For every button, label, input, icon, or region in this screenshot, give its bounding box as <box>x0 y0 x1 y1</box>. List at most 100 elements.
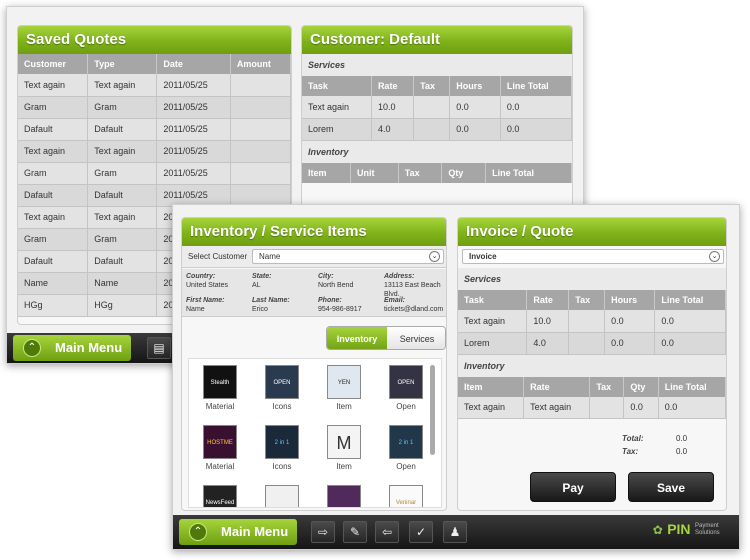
column-header: Amount <box>230 54 291 74</box>
tab-inventory[interactable]: Inventory <box>327 327 387 349</box>
table-header: Customer Type Date Amount <box>18 54 291 74</box>
table-cell <box>568 310 606 333</box>
tax-label: Tax: <box>622 447 639 456</box>
table-cell: Dafault <box>18 184 89 207</box>
export-doc-icon[interactable]: ⇨ <box>311 521 335 543</box>
table-row[interactable]: GramGram2011/05/25 <box>18 162 291 185</box>
customer-info-field: City: North Bend <box>318 272 382 290</box>
table-cell <box>230 162 291 185</box>
table-cell: 2011/05/25 <box>156 118 231 141</box>
pay-button[interactable]: Pay <box>530 472 616 502</box>
info-label: City: <box>318 273 334 280</box>
item-label: Open <box>396 402 416 411</box>
table-cell <box>230 74 291 97</box>
info-label: Address: <box>384 273 415 280</box>
item-thumbnail: OPEN <box>389 365 423 399</box>
column-header: Rate <box>371 76 415 96</box>
table-cell: Dafault <box>18 118 89 141</box>
table-cell: Text again <box>87 140 158 163</box>
column-header: Hours <box>604 290 656 310</box>
tab-services[interactable]: Services <box>387 327 445 349</box>
inventory-item-tile[interactable] <box>313 485 375 507</box>
leaf-icon: ✿ <box>652 523 663 537</box>
inventory-item-tile[interactable]: Veninar <box>375 485 437 507</box>
customer-info-field: Email: tickets@dland.com <box>384 296 446 314</box>
invoice-type-select[interactable]: Invoice ⌄ <box>462 249 724 264</box>
scrollbar[interactable] <box>430 365 435 455</box>
inventory-item-tile[interactable]: YEN Item <box>313 365 375 411</box>
info-label: Phone: <box>318 297 342 304</box>
inventory-item-tile[interactable]: OPEN Open <box>375 365 437 411</box>
table-cell: 0.0 <box>500 96 572 119</box>
inventory-item-tile[interactable]: 2 in 1 Open <box>375 425 437 471</box>
import-doc-icon[interactable]: ⇦ <box>375 521 399 543</box>
invoice-inventory-table: Item Rate Tax Qty Line Total Text again Text … <box>458 376 726 419</box>
invoice-title: Invoice / Quote <box>458 218 726 246</box>
table-cell: Gram <box>18 96 89 119</box>
table-cell: 0.0 <box>654 332 726 355</box>
inventory-item-tile[interactable]: 2 in 1 Icons <box>251 425 313 471</box>
table-row[interactable]: GramGram2011/05/25 <box>18 96 291 119</box>
main-menu-button[interactable]: ⌃ Main Menu <box>179 519 297 545</box>
table-cell: Dafault <box>87 184 158 207</box>
column-header: Item <box>458 376 525 397</box>
column-header: Line Total <box>658 376 726 397</box>
table-row[interactable]: Text again 10.0 0.0 0.0 <box>302 96 572 119</box>
approve-doc-icon[interactable]: ✓ <box>409 521 433 543</box>
table-cell <box>589 396 625 419</box>
item-label: Icons <box>272 402 292 411</box>
inventory-title: Inventory / Service Items <box>182 218 446 246</box>
edit-doc-icon[interactable]: ✎ <box>343 521 367 543</box>
info-label: Last Name: <box>252 297 290 304</box>
info-value: AL <box>252 282 261 289</box>
table-cell: Text again <box>523 396 591 419</box>
table-cell: 4.0 <box>526 332 570 355</box>
table-row[interactable]: Text again Text again 0.0 0.0 <box>458 396 726 419</box>
item-grid: Stealth Material OPEN Icons YEN Item OPEN Open H… <box>188 358 442 508</box>
table-row[interactable]: Text againText again2011/05/25 <box>18 74 291 97</box>
item-thumbnail <box>327 485 361 507</box>
inventory-item-tile[interactable] <box>251 485 313 507</box>
item-thumbnail: NewsFeed <box>203 485 237 507</box>
column-header: Customer <box>18 54 89 74</box>
column-header: Line Total <box>654 290 726 310</box>
chevron-up-icon: ⌃ <box>189 523 207 541</box>
column-header: Date <box>156 54 231 74</box>
table-row[interactable]: Text againText again2011/05/25 <box>18 140 291 163</box>
table-cell <box>230 118 291 141</box>
inventory-item-tile[interactable]: Stealth Material <box>189 365 251 411</box>
inventory-section-label: Inventory <box>458 354 726 377</box>
table-cell: Name <box>87 272 158 295</box>
table-cell: HGg <box>18 294 89 317</box>
table-row[interactable]: Text again 10.0 0.0 0.0 <box>458 310 726 333</box>
table-cell: Gram <box>18 228 89 251</box>
column-header: Type <box>87 54 158 74</box>
toolbar-doc-icon[interactable]: ▤ <box>147 337 171 359</box>
inventory-item-tile[interactable]: M Item <box>313 425 375 471</box>
table-row[interactable]: Lorem 4.0 0.0 0.0 <box>458 332 726 355</box>
customer-select[interactable]: Name ⌄ <box>252 249 444 264</box>
column-header: Unit <box>350 162 399 183</box>
table-cell <box>568 332 606 355</box>
main-menu-button[interactable]: ⌃ Main Menu <box>13 335 131 361</box>
table-row[interactable]: Lorem 4.0 0.0 0.0 <box>302 118 572 141</box>
save-button[interactable]: Save <box>628 472 714 502</box>
column-header: Line Total <box>485 162 572 183</box>
item-label: Item <box>336 462 352 471</box>
column-header: Qty <box>623 376 659 397</box>
item-thumbnail: HOSTME <box>203 425 237 459</box>
users-icon[interactable]: ♟ <box>443 521 467 543</box>
table-cell: Text again <box>302 96 372 119</box>
table-cell: 0.0 <box>604 332 656 355</box>
services-section-label: Services <box>302 54 572 76</box>
item-thumbnail: 2 in 1 <box>265 425 299 459</box>
inventory-item-tile[interactable]: OPEN Icons <box>251 365 313 411</box>
info-label: State: <box>252 273 272 280</box>
table-cell: Dafault <box>87 250 158 273</box>
inventory-item-tile[interactable]: HOSTME Material <box>189 425 251 471</box>
inventory-item-tile[interactable]: NewsFeed <box>189 485 251 507</box>
table-row[interactable]: DafaultDafault2011/05/25 <box>18 184 291 207</box>
item-label: Open <box>396 462 416 471</box>
table-row[interactable]: DafaultDafault2011/05/25 <box>18 118 291 141</box>
table-cell: Text again <box>18 140 89 163</box>
